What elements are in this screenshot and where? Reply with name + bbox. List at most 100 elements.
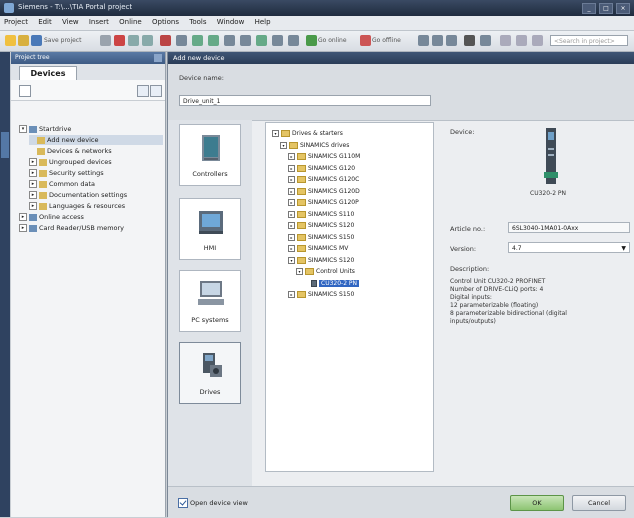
monitor-icon[interactable] [272, 35, 283, 46]
portal-view-tab[interactable] [1, 132, 9, 158]
delete-icon[interactable] [160, 35, 171, 46]
project-tree-item[interactable]: ▸ Ungrouped devices [29, 157, 163, 167]
project-tree-item[interactable]: ▸ Card Reader/USB memory [19, 223, 163, 233]
cancel-button[interactable]: Cancel [572, 495, 626, 511]
expand-toggle-icon[interactable]: ▾ [288, 256, 295, 264]
go-online-icon[interactable] [306, 35, 317, 46]
new-project-icon[interactable] [5, 35, 16, 46]
expand-toggle-icon[interactable]: ▸ [19, 213, 27, 221]
expand-toggle-icon[interactable]: ▾ [280, 141, 287, 149]
version-select[interactable]: 4.7 ▼ [508, 242, 630, 253]
device-tree-item[interactable]: CU320-2 PN [304, 279, 360, 289]
device-tree-item[interactable]: ▸ SINAMICS G120D [288, 187, 360, 197]
toolbar-options-icon-3[interactable] [532, 35, 543, 46]
menu-online[interactable]: Online [115, 16, 146, 28]
download-icon[interactable] [192, 35, 203, 46]
expand-toggle-icon[interactable]: ▾ [272, 130, 279, 137]
print-icon[interactable] [100, 35, 111, 46]
expand-toggle-icon[interactable]: ▸ [288, 233, 295, 241]
project-tree-item[interactable]: ▸ Online access [19, 212, 163, 222]
open-device-view-label[interactable]: Open device view [190, 499, 248, 507]
expand-toggle-icon[interactable]: ▸ [19, 224, 27, 232]
project-tree-item[interactable]: ▾ Startdrive [19, 124, 163, 134]
expand-toggle-icon[interactable]: ▸ [288, 222, 295, 229]
project-tree-item[interactable]: ▸ Languages & resources [29, 201, 163, 211]
expand-toggle-icon[interactable]: ▸ [288, 164, 295, 172]
start-cpu-icon[interactable] [256, 35, 267, 46]
device-tree-item[interactable]: ▸ SINAMICS S150 [288, 233, 354, 243]
device-tree-item[interactable]: ▾ Drives & starters [272, 129, 343, 139]
overview-icon[interactable] [137, 85, 149, 97]
redo-icon[interactable] [142, 35, 153, 46]
expand-toggle-icon[interactable]: ▸ [288, 176, 295, 183]
device-tree-item[interactable]: ▸ SINAMICS G120 [288, 164, 355, 174]
expand-toggle-icon[interactable]: ▸ [29, 158, 37, 166]
menu-insert[interactable]: Insert [85, 16, 113, 28]
compile-icon[interactable] [176, 35, 187, 46]
project-tree-item[interactable]: ▸ Documentation settings [29, 190, 163, 200]
expand-toggle-icon[interactable]: ▸ [29, 169, 37, 177]
expand-toggle-icon[interactable]: ▸ [288, 153, 295, 160]
tab-devices[interactable]: Devices [19, 66, 77, 81]
go-offline-icon[interactable] [360, 35, 371, 46]
toolbar-options-icon-2[interactable] [516, 35, 527, 46]
device-tree-item[interactable]: ▸ SINAMICS S150 [288, 290, 354, 300]
device-tree-item[interactable]: ▾ SINAMICS S120 [288, 256, 354, 266]
device-tree-item[interactable]: ▸ SINAMICS G120C [288, 175, 359, 185]
category-pc-systems-button[interactable]: PC systems [179, 270, 241, 332]
toolbar-options-icon[interactable] [500, 35, 511, 46]
stop-cpu-icon[interactable] [240, 35, 251, 46]
device-tree-item[interactable]: ▸ SINAMICS G110M [288, 152, 360, 162]
expand-toggle-icon[interactable]: ▸ [288, 245, 295, 252]
tree-options-icon[interactable] [150, 85, 162, 97]
menu-view[interactable]: View [58, 16, 83, 28]
expand-toggle-icon[interactable]: ▸ [288, 199, 295, 206]
expand-toggle-icon[interactable]: ▸ [288, 187, 295, 195]
expand-toggle-icon[interactable]: ▸ [29, 202, 37, 210]
project-tree-item[interactable]: ▸ Common data [29, 179, 163, 189]
undo-icon[interactable] [128, 35, 139, 46]
close-editor-icon[interactable] [464, 35, 475, 46]
category-drives-button[interactable]: Drives [179, 342, 241, 404]
ok-button[interactable]: OK [510, 495, 564, 511]
expand-toggle-icon[interactable]: ▾ [296, 268, 303, 275]
maximize-button[interactable]: □ [599, 3, 613, 14]
menu-edit[interactable]: Edit [34, 16, 56, 28]
simulation-icon[interactable] [224, 35, 235, 46]
menu-help[interactable]: Help [251, 16, 275, 28]
accessible-devices-icon[interactable] [288, 35, 299, 46]
category-hmi-button[interactable]: HMI [179, 198, 241, 260]
split-horizontal-icon[interactable] [418, 35, 429, 46]
cut-icon[interactable] [114, 35, 125, 46]
device-tree-item[interactable]: ▸ SINAMICS S110 [288, 210, 354, 220]
device-tree-item[interactable]: ▸ SINAMICS MV [288, 244, 348, 254]
expand-toggle-icon[interactable]: ▸ [288, 210, 295, 218]
minimize-button[interactable]: _ [582, 3, 596, 14]
category-controllers-button[interactable]: Controllers [179, 124, 241, 186]
device-tree-item[interactable]: ▾ SINAMICS drives [280, 141, 349, 151]
menu-tools[interactable]: Tools [185, 16, 210, 28]
menu-options[interactable]: Options [148, 16, 183, 28]
search-in-project-input[interactable]: <Search in project> [550, 35, 628, 46]
device-name-input[interactable]: Drive_unit_1 [179, 95, 431, 106]
project-tree-item[interactable]: Add new device [29, 135, 163, 145]
close-button[interactable]: × [616, 3, 630, 14]
expand-toggle-icon[interactable]: ▸ [29, 191, 37, 199]
project-tree-item[interactable]: ▸ Security settings [29, 168, 163, 178]
open-device-view-checkbox[interactable] [178, 498, 188, 508]
expand-toggle-icon[interactable]: ▾ [19, 125, 27, 133]
tree-toolbar-icon[interactable] [19, 85, 31, 97]
device-tree-item[interactable]: ▸ SINAMICS S120 [288, 221, 354, 231]
device-tree-item[interactable]: ▾ Control Units [296, 267, 355, 277]
collapse-panel-icon[interactable] [154, 54, 162, 62]
save-project-label[interactable]: Save project [44, 37, 81, 44]
split-vertical-icon[interactable] [432, 35, 443, 46]
expand-toggle-icon[interactable]: ▸ [29, 180, 37, 188]
go-online-label[interactable]: Go online [318, 37, 347, 44]
go-offline-label[interactable]: Go offline [372, 37, 401, 44]
device-tree-item[interactable]: ▸ SINAMICS G120P [288, 198, 359, 208]
window-layout-icon[interactable] [446, 35, 457, 46]
open-project-icon[interactable] [18, 35, 29, 46]
menu-project[interactable]: Project [0, 16, 32, 28]
project-tree-item[interactable]: Devices & networks [29, 146, 163, 156]
